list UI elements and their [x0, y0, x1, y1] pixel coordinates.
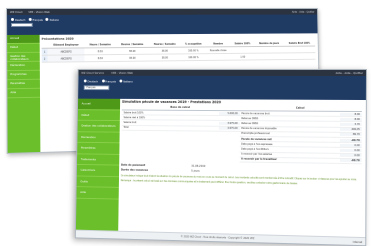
sidebar-item[interactable]: Gestion des collaborateurs [7, 53, 40, 62]
value-field: 0.00 [340, 144, 362, 147]
value-field: 8.00 [340, 118, 362, 121]
value-field[interactable]: 3.975,00 [218, 122, 239, 125]
language-option[interactable]: Français [28, 18, 42, 22]
language-switch: Deutsch Français Italiano [84, 80, 133, 84]
value-field: 86,70 [340, 133, 362, 136]
sidebar-item[interactable]: Traitements [77, 154, 119, 166]
sidebar: Accueil Début Gestion des collaborateurs… [76, 99, 120, 231]
table-cell: 38.00 [116, 54, 149, 61]
background-select[interactable] [11, 23, 33, 27]
sidebar-item[interactable]: Début [78, 110, 120, 121]
language-option[interactable]: Deutsch [84, 80, 98, 84]
foreground-site-label: WZ Cloud Service [81, 71, 104, 75]
calc-header: Calcul [240, 106, 362, 110]
sidebar-item[interactable]: Outils [77, 176, 119, 188]
language-option[interactable]: Français [102, 80, 116, 84]
table-cell: 38.00 [149, 54, 181, 61]
background-language-switch: Deutsch Français Italiano [11, 18, 59, 22]
sidebar-item[interactable]: Paramètres [77, 143, 119, 155]
foreground-top-links[interactable]: Aide - Aide - Quitter [336, 71, 363, 75]
base-column: Salaire brut 100% 5.000,00 Salaire réel à… [121, 110, 240, 162]
sidebar-item[interactable]: Accueil [78, 99, 120, 110]
base-row: Total 3.975,00 [122, 125, 240, 131]
sidebar-item[interactable]: Début [7, 44, 40, 53]
sidebar-item[interactable]: Calendriers [77, 165, 119, 177]
calc-column: Pécule de vacances brut 8.00 Retenue ONSS… [239, 111, 362, 164]
main-content: Simulation pécule de vacances 2019 - Pre… [120, 100, 362, 235]
value-field[interactable]: 3.975,00 [218, 127, 239, 130]
base-header: Base de calcul [122, 106, 240, 110]
status-zone: Internet [353, 241, 362, 244]
value-field: -60.79 [340, 138, 362, 141]
table-cell [255, 53, 285, 60]
value-field: -60.79 [340, 159, 362, 162]
value-field[interactable]: 5.000,00 [219, 112, 240, 115]
presentations-table: Elément Employeur Heure / Semaine Heures… [42, 41, 316, 63]
sidebar-item[interactable]: Programmes [7, 71, 40, 80]
simulation-grid: Salaire brut 100% 5.000,00 Salaire réel à… [121, 110, 362, 164]
language-option[interactable]: Deutsch [11, 18, 26, 22]
background-header: Deutsch Français Italiano [7, 15, 318, 35]
value-field: 8.00 [340, 112, 362, 115]
language-option[interactable]: Italiano [46, 18, 59, 22]
table-cell: 100.00 % [181, 54, 206, 61]
value-field: 3.70 [340, 123, 362, 126]
duration-value: 5 jours [191, 169, 239, 173]
sidebar-item[interactable]: Gestion des collaborateurs [78, 121, 120, 132]
background-tab-label[interactable]: VPZ - Vision Web [28, 10, 49, 13]
sidebar-item[interactable]: Accueil [7, 35, 40, 44]
table-cell: 8.50 [85, 55, 116, 62]
page-title: Simulation pécule de vacances 2019 - Pre… [122, 100, 362, 105]
background-top-links[interactable]: Aide - Aide - Quitter [292, 10, 315, 13]
company-select[interactable]: Français [84, 85, 110, 90]
value-field: 206,05 [340, 128, 362, 131]
sidebar-item[interactable]: Déclaration [77, 132, 119, 144]
table-cell [284, 53, 315, 60]
background-sidebar: Accueil Début Gestion des collaborateurs… [7, 35, 40, 153]
duration-label: Durée des vacances [121, 168, 191, 172]
calc-row-total: A recevoir par le travailleur -60.79 [239, 157, 362, 164]
foreground-tab-label[interactable]: VPZ - Vision Web [111, 71, 133, 75]
language-option[interactable]: Italiano [120, 80, 133, 84]
background-page-title: Présentations 2020 [42, 35, 315, 41]
background-site-label: WZ Cloud [10, 10, 22, 13]
table-row[interactable]: 2 ABCDEFG 8.50 38.00 38.00 100.00 % 1.00 [42, 53, 316, 63]
value-field: 0.00 [340, 154, 362, 157]
foreground-header: Deutsch Français Italiano Français [78, 76, 366, 100]
sidebar-item[interactable]: Aide [76, 187, 118, 199]
table-cell [206, 53, 231, 60]
sidebar-item[interactable]: Déclaration [7, 62, 40, 71]
foreground-window: WZ Cloud Service VPZ - Vision Web Aide -… [75, 69, 367, 246]
table-cell: ABCDEFG [48, 55, 85, 62]
value-field: 0.00 [340, 149, 362, 152]
table-cell: 1.00 [231, 53, 255, 60]
sidebar-item[interactable]: Aide [7, 89, 40, 99]
